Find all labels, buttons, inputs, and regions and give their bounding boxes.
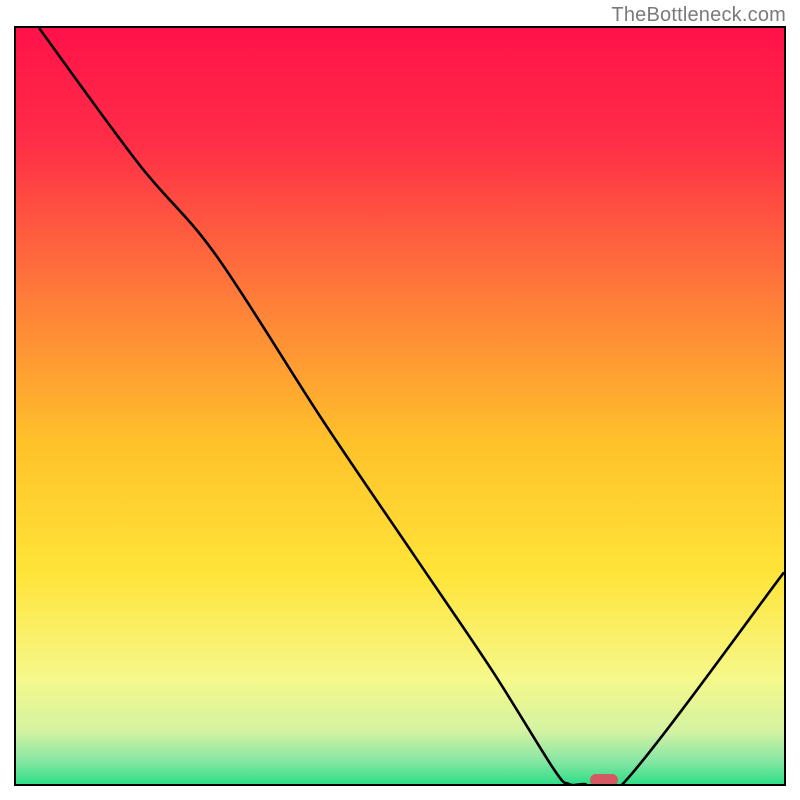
- chart-container: TheBottleneck.com: [0, 0, 800, 800]
- bottleneck-curve: [39, 28, 784, 784]
- plot-frame: [14, 26, 786, 786]
- optimal-marker: [590, 774, 618, 786]
- watermark-label: TheBottleneck.com: [611, 4, 786, 27]
- curve-layer: [16, 28, 784, 784]
